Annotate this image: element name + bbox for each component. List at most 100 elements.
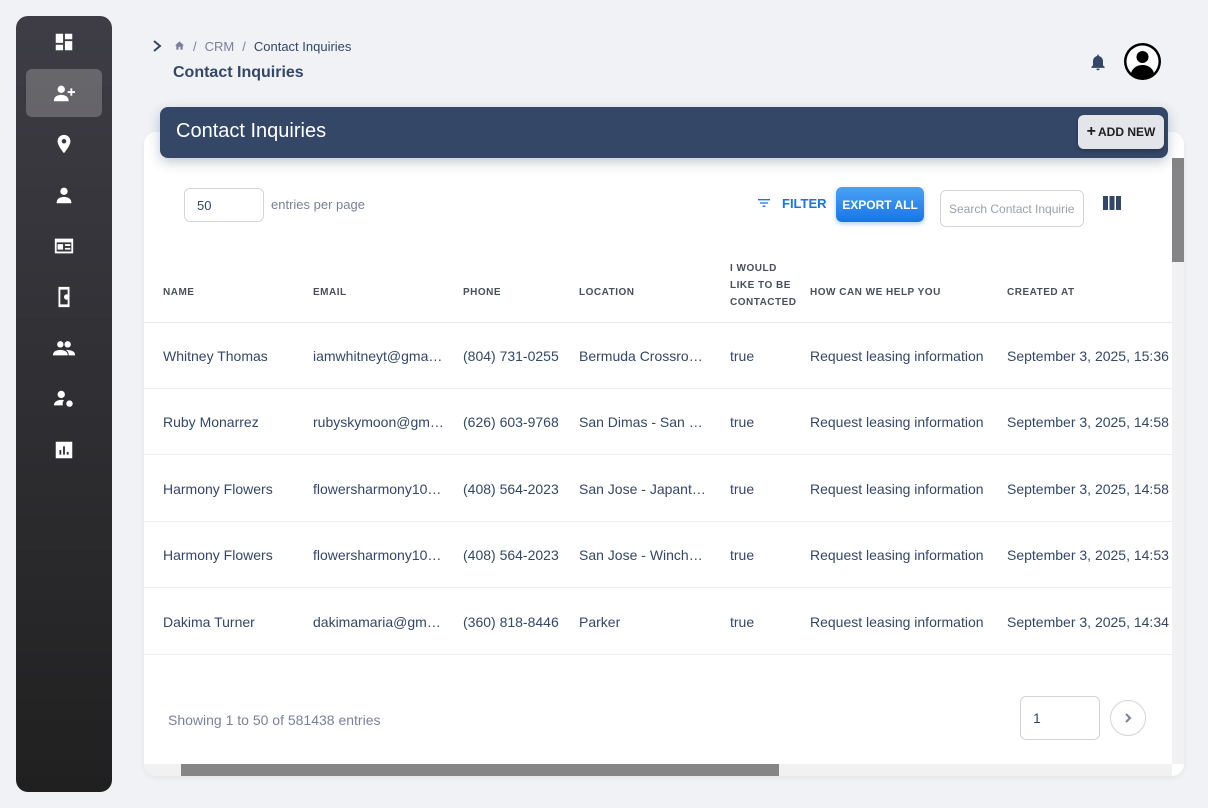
cell-contacted-text: true: [730, 414, 755, 431]
cell-name-text: Ruby Monarrez: [163, 414, 259, 431]
add-new-button[interactable]: + ADD NEW: [1078, 115, 1164, 149]
column-header-phone[interactable]: PHONE: [463, 284, 501, 301]
cell-email-text: iamwhitneyt@gmail.com: [313, 348, 444, 364]
cell-created-at: September 3, 2025, 14:58: [1007, 389, 1172, 455]
cell-phone: (408) 564-2023: [463, 522, 567, 588]
chevron-right-icon: [1125, 713, 1132, 723]
phone-settings-icon: [58, 286, 70, 308]
cell-location: San Jose - Winchester: [579, 522, 710, 588]
sidebar-item-groups[interactable]: [26, 324, 102, 372]
cell-name: Harmony Flowers: [163, 522, 299, 588]
table-row[interactable]: Whitney Thomas iamwhitneyt@gmail.com (804)…: [144, 323, 1172, 389]
cell-phone-text: (408) 564-2023: [463, 480, 559, 497]
cell-email: iamwhitneyt@gmail.com: [313, 323, 444, 389]
cell-name: Whitney Thomas: [163, 323, 299, 389]
cell-name-text: Dakima Turner: [163, 613, 255, 630]
sidebar-item-devices[interactable]: [26, 273, 102, 321]
cell-created-at-text: September 3, 2025, 15:36: [1007, 348, 1169, 364]
cell-help-text: Request leasing information: [810, 414, 984, 431]
column-header-location[interactable]: LOCATION: [579, 284, 634, 301]
cell-contacted-text: true: [730, 348, 755, 364]
person-icon: [56, 187, 72, 204]
home-icon[interactable]: [174, 39, 185, 54]
cell-help: Request leasing information: [810, 456, 995, 522]
column-header-created-at[interactable]: CREATED AT: [1007, 284, 1075, 301]
cell-created-at: September 3, 2025, 14:58: [1007, 456, 1172, 522]
cell-name-text: Whitney Thomas: [163, 348, 268, 364]
cell-help: Request leasing information: [810, 389, 995, 455]
column-header-help[interactable]: HOW CAN WE HELP YOU: [810, 284, 941, 301]
cell-help: Request leasing information: [810, 589, 995, 655]
table-row[interactable]: Dakima Turner dakimamaria@gmail.com (360) …: [144, 589, 1172, 655]
cell-email-text: flowersharmony10@gmail.com: [313, 547, 444, 564]
cell-phone-text: (804) 731-0255: [463, 348, 559, 364]
sidebar-item-contact-inquiries[interactable]: [26, 69, 102, 117]
cell-contacted: true: [730, 589, 796, 655]
filter-label: FILTER: [782, 195, 827, 211]
cell-location-text: Bermuda Crossroads: [579, 348, 710, 364]
cell-email: flowersharmony10@gmail.com: [313, 456, 444, 522]
avatar[interactable]: [1124, 43, 1161, 80]
page-title: Contact Inquiries: [173, 64, 304, 81]
sidebar-item-reports[interactable]: [26, 426, 102, 474]
cell-created-at: September 3, 2025, 15:36: [1007, 323, 1172, 389]
table-row[interactable]: Harmony Flowers flowersharmony10@gmail.co…: [144, 522, 1172, 589]
cell-email-text: flowersharmony10@gmail.com: [313, 480, 444, 497]
cell-contacted-text: true: [730, 480, 755, 497]
cell-help: Request leasing information: [810, 522, 995, 588]
cell-location-text: San Jose - Winchester: [579, 547, 710, 564]
cell-email: dakimamaria@gmail.com: [313, 589, 444, 655]
cell-name: Dakima Turner: [163, 589, 299, 655]
cell-help-text: Request leasing information: [810, 613, 984, 630]
add-new-label: ADD NEW: [1098, 125, 1156, 139]
report-chart-icon: [55, 441, 73, 459]
breadcrumb-current: Contact Inquiries: [253, 38, 352, 54]
breadcrumb-crm[interactable]: CRM: [205, 39, 235, 54]
chevron-right-icon[interactable]: [150, 39, 164, 53]
sidebar-item-dashboard[interactable]: [26, 18, 102, 66]
table-row[interactable]: Ruby Monarrez rubyskymoon@gmail.com (626) …: [144, 389, 1172, 456]
cell-created-at: September 3, 2025, 14:53: [1007, 522, 1172, 588]
breadcrumb-separator: /: [193, 38, 197, 54]
card-header: Contact Inquiries + ADD NEW: [160, 107, 1168, 158]
vertical-scrollbar-thumb[interactable]: [1172, 158, 1184, 262]
cell-email-text: dakimamaria@gmail.com: [313, 613, 444, 630]
cell-help: Request leasing information: [810, 323, 995, 389]
sidebar-item-locations[interactable]: [26, 120, 102, 168]
user-settings-icon: [53, 390, 73, 407]
cell-help-text: Request leasing information: [810, 547, 984, 564]
column-header-email[interactable]: EMAIL: [313, 284, 347, 301]
next-page-button[interactable]: [1110, 700, 1146, 736]
search-input[interactable]: [940, 190, 1084, 227]
listing-icon: [54, 238, 74, 254]
sidebar: [16, 16, 112, 792]
sidebar-item-users[interactable]: [26, 171, 102, 219]
cell-contacted: true: [730, 522, 796, 588]
cell-name: Harmony Flowers: [163, 456, 299, 522]
horizontal-scrollbar-thumb[interactable]: [181, 764, 779, 776]
entries-per-page-input[interactable]: 50: [184, 188, 264, 222]
sidebar-item-listings[interactable]: [26, 222, 102, 270]
sidebar-item-user-settings[interactable]: [26, 375, 102, 423]
cell-contacted: true: [730, 389, 796, 455]
cell-phone: (626) 603-9768: [463, 389, 567, 455]
filter-button[interactable]: FILTER: [756, 195, 827, 211]
page-number-input[interactable]: 1: [1020, 696, 1100, 740]
export-all-button[interactable]: EXPORT ALL: [836, 187, 924, 222]
cell-name: Ruby Monarrez: [163, 389, 299, 455]
cell-contacted: true: [730, 456, 796, 522]
table-row[interactable]: Harmony Flowers flowersharmony10@gmail.co…: [144, 456, 1172, 522]
group-icon: [53, 341, 75, 356]
column-settings-icon[interactable]: [1102, 195, 1122, 211]
cell-created-at-text: September 3, 2025, 14:53: [1007, 547, 1169, 564]
notification-bell-icon[interactable]: [1088, 52, 1108, 72]
cell-created-at-text: September 3, 2025, 14:58: [1007, 480, 1169, 497]
filter-icon: [758, 199, 770, 207]
breadcrumb-separator: /: [242, 38, 246, 54]
table-header: NAME EMAIL PHONE LOCATION I WOULD LIKE T…: [144, 256, 1172, 323]
cell-location-text: San Dimas - San Dimas: [579, 414, 710, 431]
column-header-contacted[interactable]: I WOULD LIKE TO BE CONTACTED: [730, 260, 796, 311]
add-user-icon: [53, 85, 75, 102]
column-header-name[interactable]: NAME: [163, 284, 194, 301]
inquiries-card: 50 entries per page FILTER EXPORT ALL NA…: [144, 132, 1184, 776]
